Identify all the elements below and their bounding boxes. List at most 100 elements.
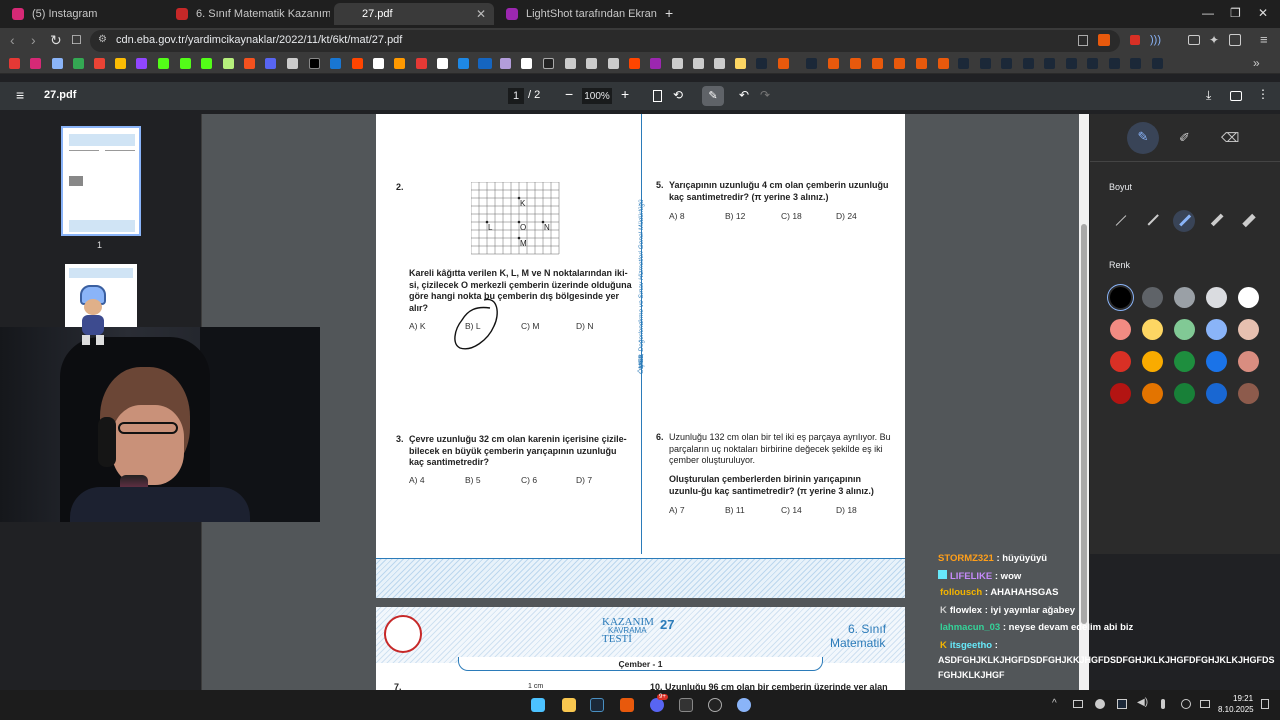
color-swatch[interactable] — [1110, 319, 1131, 340]
bookmark-kick-icon[interactable] — [158, 58, 169, 69]
bookmark-icon[interactable] — [850, 58, 861, 69]
bookmark-icon[interactable] — [872, 58, 883, 69]
size-option-4[interactable] — [1210, 213, 1224, 226]
bookmark-icon[interactable] — [265, 58, 276, 69]
bookmark-steam-icon[interactable] — [1087, 58, 1098, 69]
bookmark-steam-icon[interactable] — [806, 58, 817, 69]
notification-icon[interactable] — [1261, 699, 1269, 709]
bookmark-reddit-icon[interactable] — [352, 58, 363, 69]
zoom-in-icon[interactable]: + — [621, 86, 629, 102]
color-swatch[interactable] — [1206, 383, 1227, 404]
size-option-2[interactable] — [1147, 214, 1159, 226]
color-swatch[interactable] — [1110, 383, 1131, 404]
bookmark-icon[interactable] — [458, 58, 469, 69]
bookmark-instagram-icon[interactable] — [30, 58, 41, 69]
color-swatch[interactable] — [1238, 351, 1259, 372]
color-swatch[interactable] — [1238, 383, 1259, 404]
new-tab-button[interactable]: + — [665, 5, 673, 21]
app-icon[interactable] — [737, 698, 751, 712]
bookmark-steam-icon[interactable] — [1152, 58, 1163, 69]
close-window-button[interactable]: ✕ — [1258, 6, 1268, 20]
bookmark-icon[interactable] — [894, 58, 905, 69]
bookmark-icon[interactable] — [521, 58, 532, 69]
bookmark-icon[interactable] — [287, 58, 298, 69]
zoom-out-icon[interactable]: − — [565, 86, 573, 102]
bookmark-folder-icon[interactable] — [735, 58, 746, 69]
color-swatch[interactable] — [1206, 351, 1227, 372]
color-swatch[interactable] — [1174, 319, 1195, 340]
forward-icon[interactable]: › — [31, 32, 36, 48]
color-swatch[interactable] — [1142, 383, 1163, 404]
reload-icon[interactable]: ↻ — [50, 32, 62, 49]
microphone-icon[interactable] — [1161, 699, 1165, 709]
bookmark-steam-icon[interactable] — [1023, 58, 1034, 69]
bookmark-icon[interactable] — [629, 58, 640, 69]
bookmark-kick-icon[interactable] — [180, 58, 191, 69]
bookmark-icon[interactable] — [714, 58, 725, 69]
color-swatch[interactable] — [1174, 287, 1195, 308]
eraser-tool-icon[interactable]: ⌫ — [1221, 130, 1239, 146]
color-swatch[interactable] — [1174, 351, 1195, 372]
back-icon[interactable]: ‹ — [10, 32, 15, 48]
color-swatch[interactable] — [1142, 351, 1163, 372]
bookmark-icon[interactable] — [693, 58, 704, 69]
size-option-1[interactable] — [1115, 215, 1127, 226]
bookmark-icon[interactable] — [938, 58, 949, 69]
bookmark-icon[interactable] — [828, 58, 839, 69]
color-swatch[interactable] — [1110, 287, 1131, 308]
annotate-icon[interactable]: ✎ — [702, 86, 724, 106]
tray-icon[interactable] — [1181, 699, 1191, 709]
bookmark-steam-icon[interactable] — [1066, 58, 1077, 69]
tab-lightshot[interactable]: LightShot tarafından Ekran Görüntüs — [498, 3, 658, 25]
bookmark-icon[interactable] — [52, 58, 63, 69]
menu-icon[interactable]: ≡ — [1260, 32, 1268, 47]
bookmark-icon[interactable] — [916, 58, 927, 69]
bookmark-icon[interactable] — [416, 58, 427, 69]
bookmark-icon[interactable] — [330, 58, 341, 69]
ublock-icon[interactable] — [1130, 35, 1140, 45]
bookmark-icon[interactable] — [73, 58, 84, 69]
bookmark-icon[interactable] — [478, 58, 492, 69]
tray-icon[interactable] — [1073, 700, 1083, 708]
reader-mode-icon[interactable] — [1078, 35, 1088, 46]
bookmark-steam-icon[interactable] — [1001, 58, 1012, 69]
extension-gamepad-icon[interactable] — [1188, 35, 1200, 45]
bookmark-icon[interactable] — [500, 58, 511, 69]
highlighter-tool-icon[interactable]: ✐ — [1179, 130, 1190, 146]
network-icon[interactable] — [1200, 700, 1210, 708]
bookmark-x-icon[interactable] — [309, 58, 320, 69]
fit-page-icon[interactable] — [653, 90, 662, 102]
more-options-icon[interactable]: ⋮ — [1257, 87, 1269, 101]
bookmark-amazon-icon[interactable] — [394, 58, 405, 69]
brave-shield-icon[interactable] — [1098, 34, 1110, 46]
color-swatch[interactable] — [1206, 287, 1227, 308]
discord-icon[interactable] — [650, 698, 664, 712]
bookmark-steam-icon[interactable] — [980, 58, 991, 69]
bookmark-icon[interactable] — [94, 58, 105, 69]
redo-icon[interactable]: ↷ — [760, 88, 770, 102]
pen-tool-icon[interactable]: ✎ — [1127, 122, 1159, 154]
color-swatch[interactable] — [1238, 287, 1259, 308]
scrollbar-thumb[interactable] — [1081, 224, 1087, 624]
tray-steam-icon[interactable] — [1117, 699, 1127, 709]
color-swatch[interactable] — [1142, 319, 1163, 340]
color-swatch[interactable] — [1142, 287, 1163, 308]
page-number-input[interactable]: 1 — [508, 88, 524, 104]
extension-audio-icon[interactable]: ))) — [1150, 34, 1161, 46]
bookmark-icon[interactable] — [778, 58, 789, 69]
scrollbar[interactable] — [1079, 114, 1089, 690]
bookmark-icon[interactable] — [543, 58, 554, 69]
bookmark-icon[interactable] — [650, 58, 661, 69]
tab-pdf[interactable]: 27.pdf ✕ — [334, 3, 494, 25]
bookmark-steam-icon[interactable] — [1109, 58, 1120, 69]
app-icon[interactable] — [679, 698, 693, 712]
obs-icon[interactable] — [708, 698, 722, 712]
bookmark-kick-icon[interactable] — [201, 58, 212, 69]
bookmark-steam-icon[interactable] — [1044, 58, 1055, 69]
color-swatch[interactable] — [1238, 319, 1259, 340]
bookmark-icon[interactable] — [608, 58, 619, 69]
hamburger-menu-icon[interactable]: ≡ — [16, 87, 24, 103]
bookmark-steam-icon[interactable] — [1130, 58, 1141, 69]
bookmark-steam-icon[interactable] — [958, 58, 969, 69]
tray-icon[interactable] — [1095, 699, 1105, 709]
